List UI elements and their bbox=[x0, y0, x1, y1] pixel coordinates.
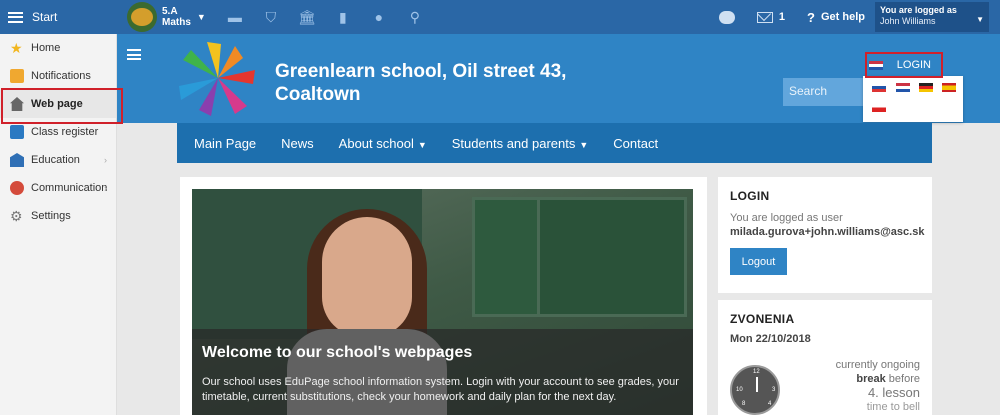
sidebar-item-label: Communication bbox=[31, 182, 108, 194]
caret-down-icon: ▼ bbox=[579, 139, 589, 150]
class-name: 5.A bbox=[162, 6, 178, 17]
school-logo bbox=[179, 42, 255, 116]
start-menu-button[interactable]: Start bbox=[0, 0, 117, 34]
before-word: before bbox=[888, 373, 920, 385]
next-lesson: 4. lesson bbox=[867, 385, 920, 400]
help-icon[interactable]: ? bbox=[807, 10, 815, 25]
sidebar-item-label: Class register bbox=[31, 126, 99, 138]
nav-item-about-school[interactable]: About school ▼ bbox=[339, 136, 427, 151]
school-title: Greenlearn school, Oil street 43, Coalto… bbox=[275, 60, 675, 106]
envelope-icon bbox=[10, 69, 24, 83]
bell-widget: ZVONENIA Mon 22/10/2018 12 3 10 8 4 curr… bbox=[718, 300, 932, 415]
sidebar-item-label: Education bbox=[31, 154, 80, 166]
hero-image: Welcome to our school's webpages Our sch… bbox=[192, 189, 693, 415]
nav-item-students-parents[interactable]: Students and parents ▼ bbox=[452, 136, 589, 151]
nav-item-label: About school bbox=[338, 135, 414, 151]
flag-sk-icon[interactable] bbox=[872, 83, 886, 92]
clock-icon[interactable]: ● bbox=[372, 9, 386, 25]
highlight-web-page bbox=[1, 88, 123, 124]
break-word: break bbox=[856, 373, 886, 385]
highlight-login bbox=[865, 52, 943, 78]
bell-widget-title: ZVONENIA bbox=[730, 312, 795, 326]
shield-icon[interactable]: ⛉ bbox=[264, 9, 278, 25]
logged-label: You are logged as bbox=[880, 5, 957, 15]
school-title-line1: Greenlearn school, Oil street 43, bbox=[275, 61, 567, 82]
bar-chart-icon[interactable]: ▮ bbox=[336, 9, 350, 25]
nav-item-news[interactable]: News bbox=[281, 136, 314, 151]
login-widget: LOGIN You are logged as user milada.guro… bbox=[718, 177, 932, 293]
sidebar-item-communication[interactable]: Communication › bbox=[0, 174, 116, 202]
help-link[interactable]: Get help bbox=[821, 11, 865, 23]
app-root: Start 5.A Maths ▼ ▬ ⛉ 🏛 ▮ ● ⚲ 1 ? Get he… bbox=[0, 0, 1000, 415]
briefcase-icon[interactable]: ▬ bbox=[228, 9, 242, 25]
school-title-line2: Coaltown bbox=[275, 84, 361, 105]
star-icon: ★ bbox=[10, 40, 23, 56]
logout-button[interactable]: Logout bbox=[730, 248, 787, 275]
account-menu[interactable]: You are logged as John Williams ▼ bbox=[875, 2, 989, 32]
clock-icon: 12 3 10 8 4 bbox=[730, 365, 780, 415]
top-bar: Start 5.A Maths ▼ ▬ ⛉ 🏛 ▮ ● ⚲ 1 ? Get he… bbox=[0, 0, 1000, 34]
sidebar-item-settings[interactable]: ⚙ Settings bbox=[0, 202, 116, 230]
chevron-down-icon[interactable]: ▼ bbox=[197, 12, 206, 22]
bell-status: currently ongoing break before 4. lesson… bbox=[790, 358, 920, 414]
caret-down-icon: ▼ bbox=[417, 139, 427, 150]
flag-de-icon[interactable] bbox=[919, 83, 933, 92]
sidebar-item-notifications[interactable]: Notifications bbox=[0, 62, 116, 90]
book-icon bbox=[10, 125, 24, 139]
search-input[interactable]: Search bbox=[783, 78, 867, 106]
chevron-right-icon: › bbox=[104, 155, 107, 165]
sidebar-item-education[interactable]: Education › bbox=[0, 146, 116, 174]
logged-as-text: You are logged as user bbox=[730, 212, 843, 224]
nav-item-label: Students and parents bbox=[451, 135, 576, 151]
school-header: Greenlearn school, Oil street 43, Coalto… bbox=[117, 34, 1000, 123]
sidebar-item-label: Home bbox=[31, 42, 61, 54]
chevron-right-icon: › bbox=[104, 183, 107, 193]
person-face-graphic bbox=[322, 217, 412, 337]
login-widget-title: LOGIN bbox=[730, 189, 770, 203]
top-bar-right: 1 ? Get help You are logged as John Will… bbox=[718, 0, 1000, 34]
flag-es-icon[interactable] bbox=[942, 83, 956, 92]
class-selector[interactable]: 5.A Maths bbox=[162, 6, 191, 28]
education-icon bbox=[10, 153, 24, 167]
user-email: milada.gurova+john.williams@asc.sk bbox=[730, 226, 925, 238]
bell-status-text: currently ongoing bbox=[835, 359, 920, 371]
logged-user: John Williams bbox=[880, 16, 936, 26]
walking-icon[interactable]: ⚲ bbox=[408, 9, 422, 25]
sidebar-item-home[interactable]: ★ Home bbox=[0, 34, 116, 62]
speech-bubble-icon bbox=[10, 181, 24, 195]
nav-item-contact[interactable]: Contact bbox=[613, 136, 658, 151]
chat-icon[interactable] bbox=[718, 10, 735, 24]
bell-countdown: time to bell bbox=[866, 401, 920, 413]
sidebar-item-label: Settings bbox=[31, 210, 71, 222]
hamburger-icon bbox=[8, 11, 23, 23]
building-icon[interactable]: 🏛 bbox=[298, 9, 316, 25]
hero-title: Welcome to our school's webpages bbox=[202, 344, 473, 361]
hero-text: Our school uses EduPage school informati… bbox=[202, 376, 679, 403]
start-label: Start bbox=[32, 10, 58, 24]
nav-item-main-page[interactable]: Main Page bbox=[194, 136, 256, 151]
welcome-card: Welcome to our school's webpages Our sch… bbox=[180, 177, 707, 415]
site-navigation: Main Page News About school ▼ Students an… bbox=[177, 123, 932, 163]
gear-icon: ⚙ bbox=[10, 208, 23, 224]
flag-cz-icon[interactable] bbox=[872, 103, 886, 112]
class-avatar[interactable] bbox=[127, 2, 157, 32]
flag-uk-icon[interactable] bbox=[896, 83, 910, 92]
main-content: Greenlearn school, Oil street 43, Coalto… bbox=[117, 34, 1000, 415]
sidebar-item-label: Notifications bbox=[31, 70, 91, 82]
bell-date: Mon 22/10/2018 bbox=[730, 333, 811, 345]
chalkboard-graphic bbox=[537, 197, 687, 317]
mail-icon[interactable] bbox=[756, 11, 773, 23]
mail-count-badge: 1 bbox=[778, 11, 786, 23]
language-selector bbox=[863, 76, 963, 122]
class-subject: Maths bbox=[162, 17, 191, 28]
hero-caption: Welcome to our school's webpages Our sch… bbox=[192, 329, 693, 415]
hamburger-icon[interactable] bbox=[127, 49, 141, 60]
chevron-down-icon: ▼ bbox=[976, 15, 984, 24]
